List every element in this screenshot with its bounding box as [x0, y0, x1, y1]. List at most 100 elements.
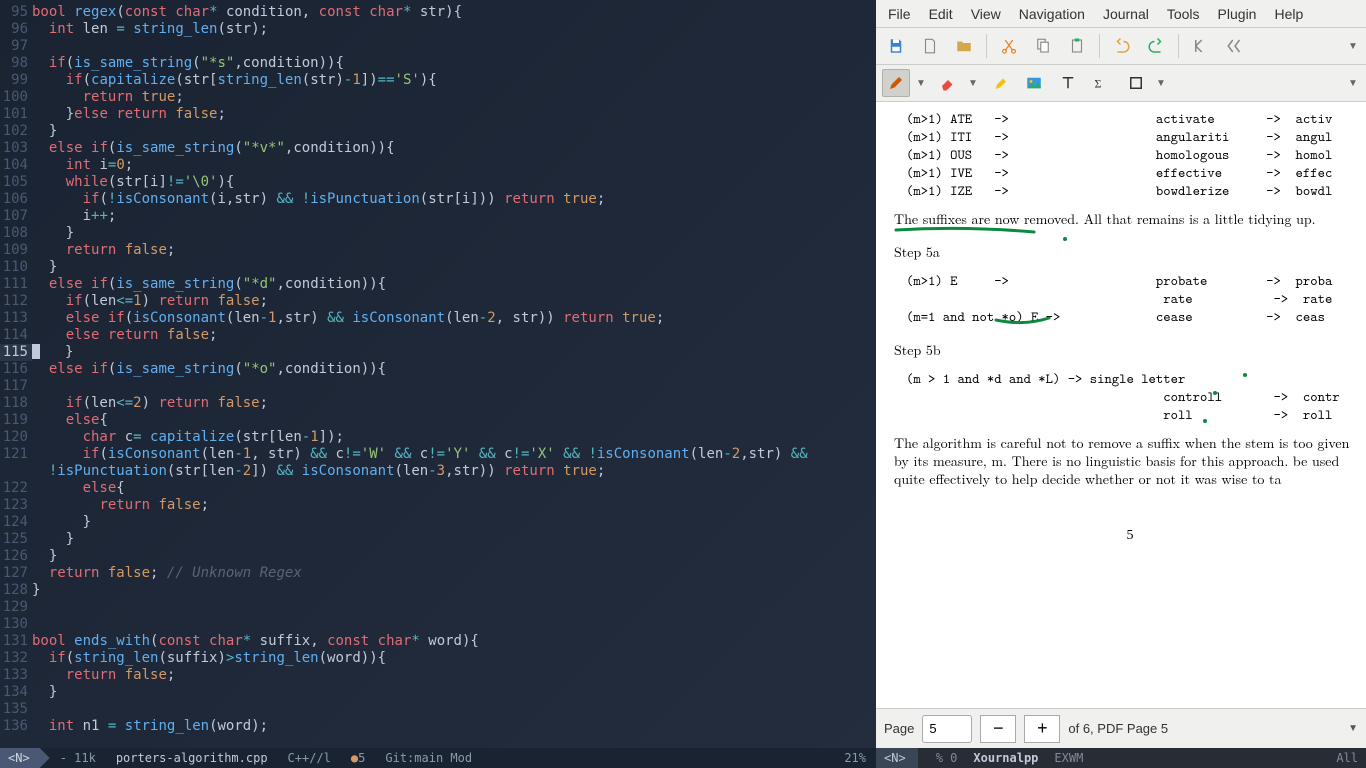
image-tool-icon[interactable] [1020, 69, 1048, 97]
line-number: 95 [0, 4, 32, 21]
copy-icon[interactable] [1029, 32, 1057, 60]
code-line[interactable]: 102 } [0, 123, 876, 140]
open-folder-icon[interactable] [950, 32, 978, 60]
code-line[interactable]: 103 else if(is_same_string("*v*",conditi… [0, 140, 876, 157]
code-line[interactable]: 128} [0, 582, 876, 599]
code-line[interactable]: 129 [0, 599, 876, 616]
code-line[interactable]: 96 int len = string_len(str); [0, 21, 876, 38]
code-line[interactable]: 109 return false; [0, 242, 876, 259]
menu-journal[interactable]: Journal [1095, 2, 1157, 26]
first-page-icon[interactable] [1187, 32, 1215, 60]
menu-help[interactable]: Help [1266, 2, 1311, 26]
rule-line: roll -> roll [906, 406, 1366, 424]
code-line[interactable]: 108 } [0, 225, 876, 242]
code-line[interactable]: 119 else{ [0, 412, 876, 429]
code-line[interactable]: 106 if(!isConsonant(i,str) && !isPunctua… [0, 191, 876, 208]
viewer-statusline: <N> % 0 Xournalpp EXWM All [876, 748, 1366, 768]
page-input[interactable] [922, 715, 972, 743]
code-line[interactable]: 100 return true; [0, 89, 876, 106]
code-line[interactable]: 117 [0, 378, 876, 395]
page-plus-button[interactable]: + [1024, 715, 1060, 743]
code-line[interactable]: 113 else if(isConsonant(len-1,str) && is… [0, 310, 876, 327]
code-line[interactable]: 97 [0, 38, 876, 55]
code-line[interactable]: 131bool ends_with(const char* suffix, co… [0, 633, 876, 650]
rule-line: (m>1) IVE -> effective -> effec [906, 164, 1366, 182]
code-line[interactable]: 120 char c= capitalize(str[len-1]); [0, 429, 876, 446]
line-number: 134 [0, 684, 32, 701]
code-line[interactable]: 112 if(len<=1) return false; [0, 293, 876, 310]
menu-file[interactable]: File [880, 2, 919, 26]
doc-paragraph: The algorithm is careful not to remove a… [894, 434, 1366, 488]
shape-dropdown-icon[interactable]: ▼ [1156, 78, 1168, 89]
pdf-document[interactable]: (m>1) ATE -> activate -> activ(m>1) ITI … [876, 102, 1366, 708]
code-line[interactable]: 124 } [0, 514, 876, 531]
code-line[interactable]: 126 } [0, 548, 876, 565]
code-line[interactable]: 95bool regex(const char* condition, cons… [0, 4, 876, 21]
eraser-tool-icon[interactable] [934, 69, 962, 97]
page-minus-button[interactable]: − [980, 715, 1016, 743]
code-area[interactable]: 95bool regex(const char* condition, cons… [0, 0, 876, 748]
menu-view[interactable]: View [963, 2, 1009, 26]
code-line[interactable]: 115 } [0, 344, 876, 361]
code-line[interactable]: 121 if(isConsonant(len-1, str) && c!='W'… [0, 446, 876, 463]
menu-navigation[interactable]: Navigation [1011, 2, 1093, 26]
prev-page-icon[interactable] [1221, 32, 1249, 60]
line-number: 105 [0, 174, 32, 191]
code-line[interactable]: 135 [0, 701, 876, 718]
cut-icon[interactable] [995, 32, 1023, 60]
code-line[interactable]: 99 if(capitalize(str[string_len(str)-1])… [0, 72, 876, 89]
line-number: 133 [0, 667, 32, 684]
code-line[interactable]: 104 int i=0; [0, 157, 876, 174]
code-line[interactable]: 123 return false; [0, 497, 876, 514]
code-line[interactable]: 136 int n1 = string_len(word); [0, 718, 876, 735]
code-line[interactable]: 134 } [0, 684, 876, 701]
line-number: 119 [0, 412, 32, 429]
mode-indicator: <N> [876, 748, 918, 768]
code-line[interactable]: 114 else return false; [0, 327, 876, 344]
toolbar2-overflow-icon[interactable]: ▼ [1348, 78, 1360, 89]
page-navigation: Page − + of 6, PDF Page 5 ▼ [876, 708, 1366, 748]
highlighter-tool-icon[interactable] [986, 69, 1014, 97]
code-line[interactable]: 132 if(string_len(suffix)>string_len(wor… [0, 650, 876, 667]
eraser-dropdown-icon[interactable]: ▼ [968, 78, 980, 89]
line-number: 130 [0, 616, 32, 633]
code-line[interactable]: 127 return false; // Unknown Regex [0, 565, 876, 582]
code-line[interactable]: 116 else if(is_same_string("*o",conditio… [0, 361, 876, 378]
code-line[interactable]: 107 i++; [0, 208, 876, 225]
text-tool-icon[interactable] [1054, 69, 1082, 97]
pagebar-overflow-icon[interactable]: ▼ [1348, 723, 1358, 734]
code-line[interactable]: 133 return false; [0, 667, 876, 684]
language: C++//l [278, 751, 341, 765]
code-line[interactable]: 110 } [0, 259, 876, 276]
code-line[interactable]: 122 else{ [0, 480, 876, 497]
pen-dropdown-icon[interactable]: ▼ [916, 78, 928, 89]
code-line[interactable]: 105 while(str[i]!='\0'){ [0, 174, 876, 191]
line-number: 132 [0, 650, 32, 667]
menu-edit[interactable]: Edit [921, 2, 961, 26]
code-line[interactable]: 101 }else return false; [0, 106, 876, 123]
code-line[interactable]: 130 [0, 616, 876, 633]
paste-icon[interactable] [1063, 32, 1091, 60]
line-number: 100 [0, 89, 32, 106]
code-line[interactable]: 125 } [0, 531, 876, 548]
pen-tool-icon[interactable] [882, 69, 910, 97]
undo-icon[interactable] [1108, 32, 1136, 60]
code-line[interactable]: 118 if(len<=2) return false; [0, 395, 876, 412]
save-icon[interactable] [882, 32, 910, 60]
toolbar-overflow-icon[interactable]: ▼ [1348, 41, 1360, 52]
code-line[interactable]: 98 if(is_same_string("*s",condition)){ [0, 55, 876, 72]
new-file-icon[interactable] [916, 32, 944, 60]
code-line[interactable]: !isPunctuation(str[len-2]) && isConsonan… [0, 463, 876, 480]
code-line[interactable]: 111 else if(is_same_string("*d",conditio… [0, 276, 876, 293]
line-number: 108 [0, 225, 32, 242]
line-number: 98 [0, 55, 32, 72]
tex-tool-icon[interactable]: Σ [1088, 69, 1116, 97]
menu-plugin[interactable]: Plugin [1210, 2, 1265, 26]
rule-line: (m=1 and not *o) E -> cease -> ceas [906, 308, 1366, 326]
redo-icon[interactable] [1142, 32, 1170, 60]
rule-line: rate -> rate [906, 290, 1366, 308]
line-number: 114 [0, 327, 32, 344]
menu-tools[interactable]: Tools [1159, 2, 1208, 26]
line-number: 115 [0, 344, 32, 361]
shape-tool-icon[interactable] [1122, 69, 1150, 97]
